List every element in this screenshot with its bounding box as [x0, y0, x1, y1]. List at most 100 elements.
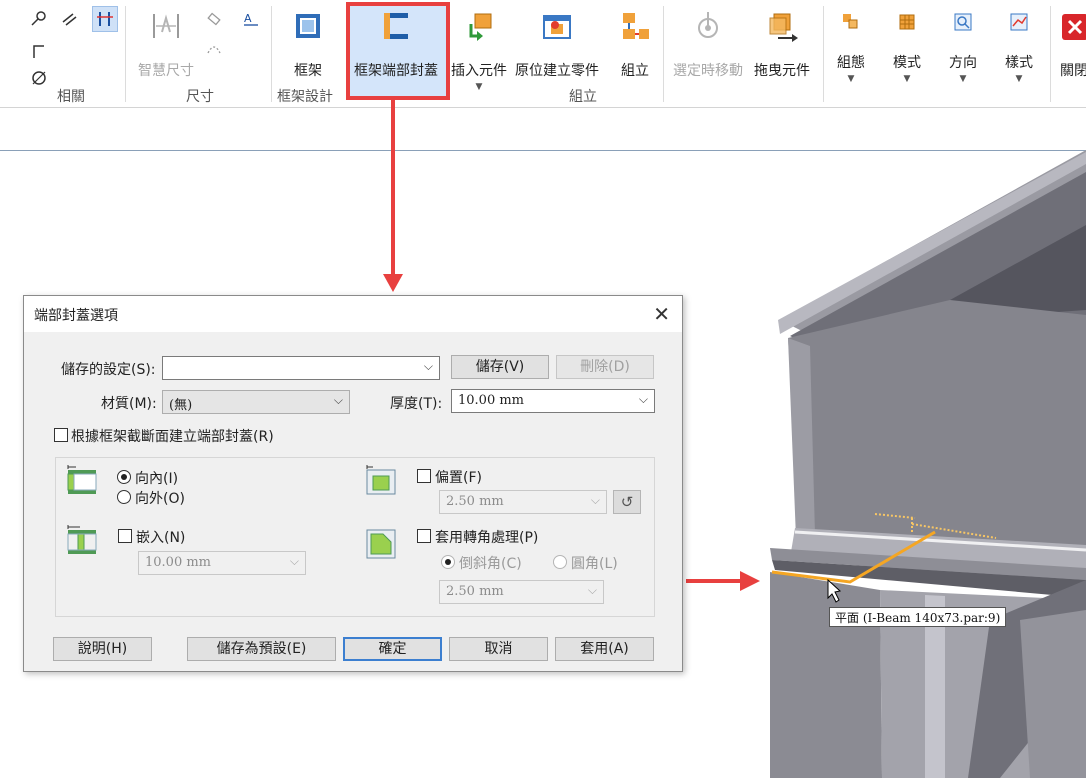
chevron-down-icon: ⌵: [289, 554, 299, 568]
saved-settings-select[interactable]: ⌵: [162, 356, 440, 380]
style-button[interactable]: 樣式 ▼: [1005, 0, 1033, 84]
orientation-icon: [953, 12, 973, 32]
drag-component-icon: [766, 10, 798, 42]
text-dimension-icon[interactable]: A: [242, 10, 260, 28]
material-select[interactable]: (無) ⌵: [162, 390, 350, 414]
style-label: 樣式: [1005, 55, 1033, 71]
pattern-icon: [897, 12, 917, 32]
parallel-icon[interactable]: [60, 10, 78, 28]
inset-select[interactable]: 10.00 mm ⌵: [138, 551, 306, 575]
move-while-select-label: 選定時移動: [673, 63, 743, 79]
create-in-place-label: 原位建立零件: [515, 63, 599, 79]
corner-size-select[interactable]: 2.50 mm ⌵: [439, 580, 604, 604]
insert-component-label: 插入元件: [451, 63, 507, 79]
frame-end-cap-label: 框架端部封蓋: [354, 63, 438, 79]
create-from-section-checkbox[interactable]: [54, 428, 68, 442]
callout-arrow-head: [383, 274, 403, 292]
inward-label: 向內(I): [135, 471, 179, 487]
orientation-button[interactable]: 方向 ▼: [949, 0, 977, 84]
move-while-select-button[interactable]: 選定時移動: [673, 0, 743, 80]
end-cap-options-dialog: 端部封蓋選項 ✕ 儲存的設定(S): ⌵ 儲存(V) 刪除(D) 材質(M): …: [23, 295, 683, 672]
frame-model-view[interactable]: [700, 150, 1086, 778]
smart-dimension-button[interactable]: 智慧尺寸: [138, 0, 194, 80]
thickness-value: 10.00 mm: [458, 393, 525, 408]
assemble-icon: [619, 10, 651, 42]
chevron-down-icon: ▼: [1015, 74, 1023, 84]
outward-radio[interactable]: [117, 490, 131, 504]
group-label-dimensions: 尺寸: [186, 89, 214, 105]
chevron-down-icon: ⌵: [638, 392, 648, 406]
chevron-down-icon: ▼: [959, 74, 967, 84]
configurations-icon: [841, 12, 861, 32]
configurations-button[interactable]: 組態 ▼: [837, 0, 865, 84]
tangent-icon[interactable]: [30, 10, 48, 28]
inset-cap-icon: [67, 525, 97, 554]
help-button[interactable]: 說明(H): [53, 637, 152, 661]
ok-button[interactable]: 確定: [343, 637, 442, 661]
create-in-place-button[interactable]: 原位建立零件: [515, 0, 599, 80]
angle-dimension-icon[interactable]: [205, 38, 223, 56]
cancel-button[interactable]: 取消: [449, 637, 548, 661]
frame-button[interactable]: 框架: [292, 0, 324, 80]
separator: [125, 6, 126, 102]
frame-end-cap-button[interactable]: 框架端部封蓋: [354, 0, 438, 80]
group-label-assembly: 組立: [569, 89, 597, 105]
assemble-button[interactable]: 組立: [619, 0, 651, 80]
insert-component-button[interactable]: 插入元件 ▼: [451, 0, 507, 92]
dimension-constraint-icon[interactable]: [92, 6, 118, 32]
style-icon: [1009, 12, 1029, 32]
pattern-button[interactable]: 模式 ▼: [893, 0, 921, 84]
create-in-place-icon: [541, 10, 573, 42]
material-value: (無): [169, 398, 193, 413]
close-icon[interactable]: ✕: [653, 302, 670, 326]
chamfer-label: 倒斜角(C): [459, 556, 522, 572]
inward-radio[interactable]: [117, 470, 131, 484]
chevron-down-icon: ⌵: [587, 583, 597, 597]
round-label: 圓角(L): [571, 556, 618, 572]
configurations-label: 組態: [837, 55, 865, 71]
offset-checkbox[interactable]: [417, 469, 431, 483]
chevron-down-icon: ▼: [475, 82, 483, 92]
concentric-icon[interactable]: [30, 68, 48, 86]
outward-label: 向外(O): [135, 491, 185, 507]
assemble-label: 組立: [621, 63, 649, 79]
smart-dimension-icon: [150, 10, 182, 42]
pattern-label: 模式: [893, 55, 921, 71]
drag-component-button[interactable]: 拖曳元件: [754, 0, 810, 80]
thickness-label: 厚度(T):: [390, 396, 443, 412]
inset-checkbox[interactable]: [118, 529, 132, 543]
reset-icon[interactable]: ↺: [613, 490, 641, 514]
offset-select[interactable]: 2.50 mm ⌵: [439, 490, 607, 514]
save-as-default-button[interactable]: 儲存為預設(E): [187, 637, 336, 661]
chevron-down-icon: ⌵: [333, 393, 343, 407]
insert-component-icon: [463, 10, 495, 42]
smart-dimension-label: 智慧尺寸: [138, 63, 194, 79]
offset-cap-icon: [366, 465, 396, 495]
perpendicular-icon[interactable]: [30, 42, 48, 60]
corner-treatment-checkbox[interactable]: [417, 529, 431, 543]
close-label: 關閉: [1060, 63, 1086, 79]
round-radio[interactable]: [553, 555, 567, 569]
group-label-frame-design: 框架設計: [277, 89, 333, 105]
frame-end-cap-icon: [380, 10, 412, 42]
group-label-relations: 相關: [57, 89, 85, 105]
svg-text:A: A: [244, 12, 252, 25]
callout-arrow-head: [740, 571, 760, 591]
thickness-select[interactable]: 10.00 mm ⌵: [451, 389, 655, 413]
chamfer-radio[interactable]: [441, 555, 455, 569]
chevron-down-icon: ⌵: [590, 493, 600, 507]
inward-cap-icon: [67, 465, 97, 494]
delete-button[interactable]: 刪除(D): [556, 355, 654, 379]
dimension-edit-icon[interactable]: [205, 12, 223, 30]
callout-arrow: [391, 100, 395, 276]
drag-component-label: 拖曳元件: [754, 63, 810, 79]
chevron-down-icon: ▼: [903, 74, 911, 84]
ribbon-toolbar: 相關 智慧尺寸 A 尺寸 框架 框架設計 框架端部封蓋 插入元件 ▼ 原位建立零…: [0, 0, 1086, 108]
offset-label: 偏置(F): [435, 470, 482, 486]
corner-treatment-label: 套用轉角處理(P): [435, 530, 539, 546]
save-button[interactable]: 儲存(V): [451, 355, 549, 379]
saved-settings-label: 儲存的設定(S):: [61, 362, 156, 378]
apply-button[interactable]: 套用(A): [555, 637, 654, 661]
close-button[interactable]: 關閉: [1058, 0, 1086, 80]
inset-label: 嵌入(N): [136, 530, 186, 546]
